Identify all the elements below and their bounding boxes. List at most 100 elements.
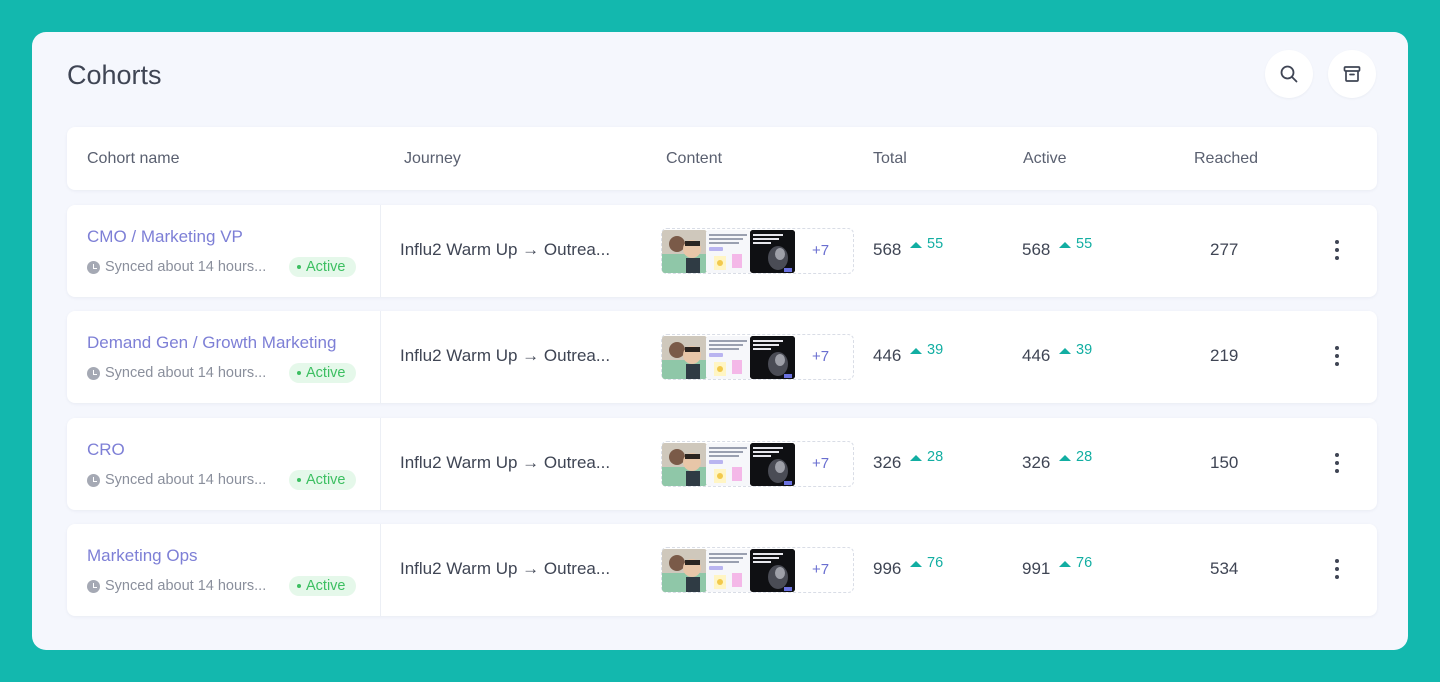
- content-thumbnail-photo[interactable]: [662, 230, 707, 273]
- status-badge: Active: [289, 257, 356, 277]
- total-count: 996: [873, 559, 902, 578]
- active-delta-value: 39: [1076, 342, 1093, 358]
- content-previews[interactable]: +7: [661, 547, 854, 593]
- table-row[interactable]: Demand Gen / Growth Marketing Synced abo…: [67, 311, 1377, 403]
- content-thumbnail-dark-ad[interactable]: [750, 230, 795, 273]
- total-delta-value: 55: [927, 236, 944, 252]
- table-row[interactable]: Marketing Ops Synced about 14 hours... A…: [67, 524, 1377, 616]
- trend-up-icon: [910, 347, 922, 354]
- more-options-icon[interactable]: [1329, 450, 1345, 476]
- content-thumbnail-ad[interactable]: [706, 549, 751, 592]
- sync-text: Synced about 14 hours...: [105, 578, 267, 594]
- content-thumbnail-photo[interactable]: [662, 336, 707, 379]
- column-header-content[interactable]: Content: [666, 150, 722, 168]
- more-content-count[interactable]: +7: [812, 348, 829, 365]
- more-options-icon[interactable]: [1329, 556, 1345, 582]
- content-thumbnail-dark-ad[interactable]: [750, 549, 795, 592]
- more-options-icon[interactable]: [1329, 237, 1345, 263]
- content-thumbnail-dark-ad[interactable]: [750, 336, 795, 379]
- content-thumbnail-ad[interactable]: [706, 336, 751, 379]
- column-header-total[interactable]: Total: [873, 150, 907, 168]
- active-count: 568: [1022, 240, 1051, 259]
- content-thumbnail-photo[interactable]: [662, 443, 707, 486]
- total-count: 446: [873, 346, 902, 365]
- journey-name[interactable]: Influ2 Warm Up → Outrea...: [400, 559, 610, 579]
- trend-up-icon: [910, 454, 922, 461]
- column-divider: [380, 418, 381, 510]
- trend-up-icon: [910, 560, 922, 567]
- sync-status: Synced about 14 hours...: [87, 365, 266, 381]
- status-badge: Active: [289, 470, 356, 490]
- cohort-name-link[interactable]: Demand Gen / Growth Marketing: [87, 333, 336, 353]
- total-delta: 28: [910, 449, 943, 465]
- trend-up-icon: [1059, 347, 1071, 354]
- status-badge: Active: [289, 363, 356, 383]
- total-delta-value: 28: [927, 449, 944, 465]
- total-count: 326: [873, 453, 902, 472]
- table-row[interactable]: CMO / Marketing VP Synced about 14 hours…: [67, 205, 1377, 297]
- active-delta-value: 55: [1076, 236, 1093, 252]
- journey-name[interactable]: Influ2 Warm Up → Outrea...: [400, 240, 610, 260]
- status-dot: [297, 478, 301, 482]
- reached-count: 277: [1210, 240, 1239, 259]
- column-divider: [380, 524, 381, 616]
- table-row[interactable]: CRO Synced about 14 hours... Active Infl…: [67, 418, 1377, 510]
- cohort-name-link[interactable]: CMO / Marketing VP: [87, 227, 243, 247]
- archive-icon: [1343, 66, 1361, 82]
- content-thumbnail-ad[interactable]: [706, 443, 751, 486]
- total-delta: 76: [910, 555, 943, 571]
- reached-count: 534: [1210, 559, 1239, 578]
- more-content-count[interactable]: +7: [812, 455, 829, 472]
- search-button[interactable]: [1265, 50, 1313, 98]
- reached-count: 150: [1210, 453, 1239, 472]
- active-delta: 28: [1059, 449, 1092, 465]
- cohort-name-link[interactable]: Marketing Ops: [87, 546, 198, 566]
- sync-text: Synced about 14 hours...: [105, 472, 267, 488]
- active-count: 991: [1022, 559, 1051, 578]
- total-delta: 55: [910, 236, 943, 252]
- content-previews[interactable]: +7: [661, 441, 854, 487]
- trend-up-icon: [1059, 560, 1071, 567]
- table-header: Cohort name Journey Content Total Active…: [67, 127, 1377, 190]
- active-count: 326: [1022, 453, 1051, 472]
- search-icon: [1280, 65, 1298, 83]
- column-header-journey[interactable]: Journey: [404, 150, 461, 168]
- clock-icon: [87, 473, 100, 487]
- status-label: Active: [306, 578, 346, 594]
- column-divider: [380, 311, 381, 403]
- content-thumbnail-photo[interactable]: [662, 549, 707, 592]
- clock-icon: [87, 260, 100, 274]
- sync-status: Synced about 14 hours...: [87, 472, 266, 488]
- content-previews[interactable]: +7: [661, 228, 854, 274]
- status-label: Active: [306, 365, 346, 381]
- clock-icon: [87, 366, 100, 380]
- sync-status: Synced about 14 hours...: [87, 578, 266, 594]
- sync-text: Synced about 14 hours...: [105, 259, 267, 275]
- archive-button[interactable]: [1328, 50, 1376, 98]
- more-content-count[interactable]: +7: [812, 242, 829, 259]
- column-header-cohort-name[interactable]: Cohort name: [87, 150, 180, 168]
- journey-name[interactable]: Influ2 Warm Up → Outrea...: [400, 346, 610, 366]
- content-thumbnail-ad[interactable]: [706, 230, 751, 273]
- more-options-icon[interactable]: [1329, 343, 1345, 369]
- status-dot: [297, 265, 301, 269]
- active-delta-value: 28: [1076, 449, 1093, 465]
- sync-text: Synced about 14 hours...: [105, 365, 267, 381]
- status-dot: [297, 584, 301, 588]
- more-content-count[interactable]: +7: [812, 561, 829, 578]
- clock-icon: [87, 579, 100, 593]
- column-header-active[interactable]: Active: [1023, 150, 1067, 168]
- active-delta: 55: [1059, 236, 1092, 252]
- column-header-reached[interactable]: Reached: [1194, 150, 1258, 168]
- cohort-name-link[interactable]: CRO: [87, 440, 125, 460]
- sync-status: Synced about 14 hours...: [87, 259, 266, 275]
- content-thumbnail-dark-ad[interactable]: [750, 443, 795, 486]
- active-delta: 76: [1059, 555, 1092, 571]
- total-delta-value: 76: [927, 555, 944, 571]
- total-delta: 39: [910, 342, 943, 358]
- active-delta: 39: [1059, 342, 1092, 358]
- content-previews[interactable]: +7: [661, 334, 854, 380]
- active-count: 446: [1022, 346, 1051, 365]
- page-title: Cohorts: [67, 60, 162, 90]
- journey-name[interactable]: Influ2 Warm Up → Outrea...: [400, 453, 610, 473]
